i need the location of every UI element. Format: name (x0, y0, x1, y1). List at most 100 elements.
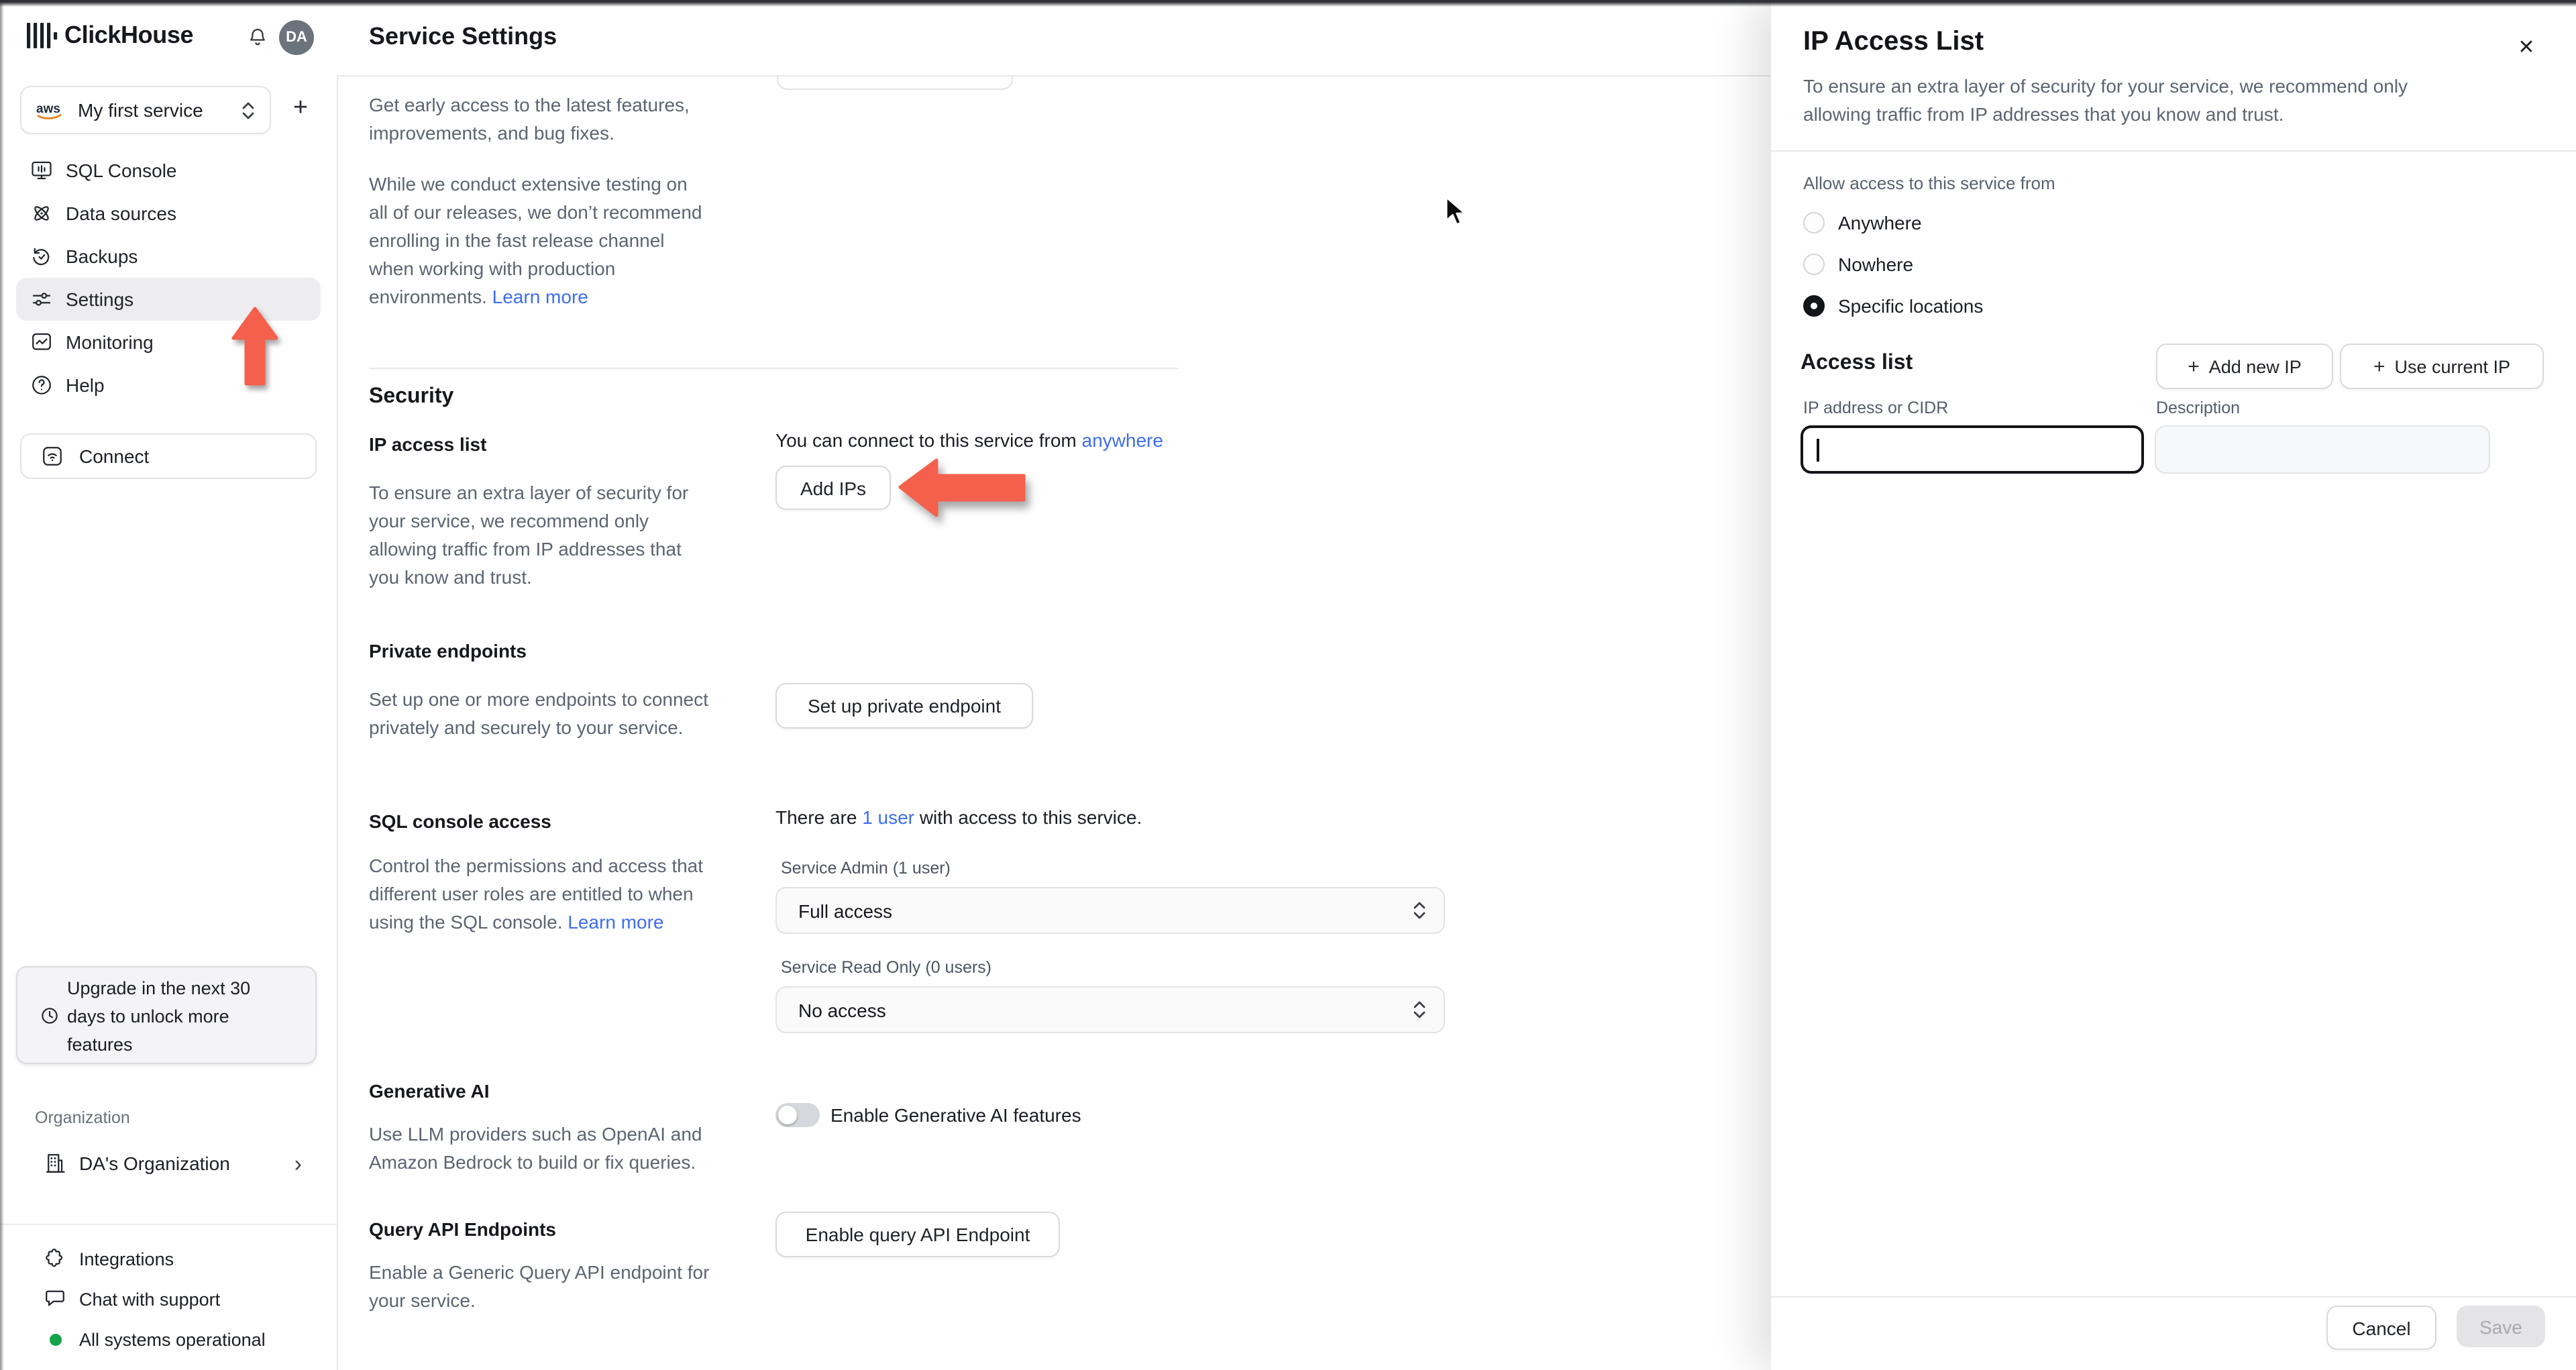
sidebar-item-backups[interactable]: Backups (16, 235, 321, 278)
cancel-button[interactable]: Cancel (2326, 1306, 2436, 1350)
add-ips-button[interactable]: Add IPs (775, 466, 891, 510)
aws-logo-icon: aws (35, 100, 67, 120)
allow-access-label: Allow access to this service from (1803, 173, 2055, 193)
avatar[interactable]: DA (279, 20, 314, 55)
status-green-dot-icon (43, 1333, 67, 1345)
organization-name: DA's Organization (79, 1153, 230, 1174)
learn-more-link-2[interactable]: Learn more (568, 911, 663, 933)
description-field-label: Description (2156, 399, 2241, 417)
sidebar-item-label: SQL Console (66, 160, 177, 181)
chevron-updown-icon (1411, 900, 1428, 920)
sidebar-item-label: Data sources (66, 203, 176, 224)
chevron-updown-icon (240, 100, 256, 120)
sql-console-access-desc: Control the permissions and access that … (369, 855, 704, 933)
description-input[interactable] (2155, 425, 2490, 474)
radio-nowhere[interactable]: Nowhere (1803, 250, 2152, 279)
brand-title: ClickHouse (64, 21, 194, 48)
enable-query-api-button[interactable]: Enable query API Endpoint (775, 1212, 1060, 1257)
intro-paragraph-2: While we conduct extensive testing on al… (369, 170, 771, 311)
organization-label: Organization (35, 1108, 130, 1127)
setup-private-endpoint-button[interactable]: Set up private endpoint (775, 683, 1033, 729)
radio-specific-locations[interactable]: Specific locations (1803, 291, 2152, 321)
organization-row[interactable]: DA's Organization › (16, 1143, 321, 1183)
clickhouse-console: ClickHouse DA aws My first service + SQL… (0, 0, 2576, 1370)
backups-icon (30, 244, 54, 268)
building-icon (43, 1151, 67, 1175)
radio-circle-icon[interactable] (1803, 254, 1825, 275)
radio-label: Nowhere (1838, 254, 1914, 275)
add-new-ip-button[interactable]: + Add new IP (2156, 344, 2333, 389)
close-icon[interactable]: ✕ (2512, 32, 2541, 62)
generative-ai-label: Generative AI (369, 1080, 490, 1102)
upgrade-notice[interactable]: Upgrade in the next 30 days to unlock mo… (16, 966, 317, 1064)
plus-icon: + (2188, 355, 2200, 378)
svg-text:aws: aws (36, 101, 60, 115)
system-status-row[interactable]: All systems operational (16, 1319, 321, 1359)
window-top-edge (0, 0, 2576, 7)
radio-circle-selected-icon[interactable] (1803, 295, 1825, 317)
private-endpoints-desc: Set up one or more endpoints to connect … (369, 688, 708, 738)
sidebar-item-sql-console[interactable]: SQL Console (16, 149, 321, 192)
window-left-edge (0, 0, 4, 1370)
generative-ai-desc: Use LLM providers such as OpenAI and Ama… (369, 1123, 702, 1173)
generative-ai-toggle[interactable] (775, 1103, 820, 1127)
release-channel-select-cutoff[interactable] (777, 76, 1013, 90)
settings-icon (30, 287, 54, 311)
chat-icon (43, 1287, 67, 1311)
annotation-arrow-left (896, 458, 1030, 522)
one-user-link[interactable]: 1 user (862, 806, 914, 828)
service-readonly-value: No access (798, 999, 886, 1020)
radio-label: Anywhere (1838, 212, 1922, 233)
clock-icon (39, 1005, 60, 1026)
sidebar-item-chat-support[interactable]: Chat with support (16, 1279, 321, 1319)
connect-icon (40, 444, 64, 468)
puzzle-icon (43, 1247, 67, 1271)
sql-console-icon (30, 158, 54, 182)
bell-icon[interactable] (246, 25, 270, 50)
toggle-knob (778, 1106, 797, 1124)
learn-more-link[interactable]: Learn more (492, 286, 588, 307)
service-readonly-select[interactable]: No access (775, 986, 1445, 1033)
query-api-endpoints-desc: Enable a Generic Query API endpoint for … (369, 1261, 710, 1311)
connect-button[interactable]: Connect (20, 433, 317, 479)
ip-field-label: IP address or CIDR (1803, 399, 1949, 417)
clickhouse-logo-icon (24, 19, 59, 54)
page-title: Service Settings (369, 23, 557, 50)
radio-circle-icon[interactable] (1803, 212, 1825, 233)
private-endpoints-label: Private endpoints (369, 640, 527, 662)
anywhere-link[interactable]: anywhere (1082, 429, 1163, 451)
status-label: All systems operational (79, 1329, 266, 1349)
sidebar-divider (0, 1224, 337, 1225)
sidebar-item-integrations[interactable]: Integrations (16, 1239, 321, 1279)
help-icon (30, 373, 54, 397)
service-admin-select[interactable]: Full access (775, 887, 1445, 934)
text-caret (1817, 439, 1819, 462)
monitoring-icon (30, 330, 54, 354)
service-admin-value: Full access (798, 900, 893, 921)
sidebar-item-label: Backups (66, 246, 138, 267)
save-button[interactable]: Save (2457, 1306, 2545, 1347)
security-heading: Security (369, 385, 454, 408)
radio-label: Specific locations (1838, 295, 1984, 317)
ip-access-list-panel: IP Access List ✕ To ensure an extra laye… (1771, 0, 2576, 1370)
service-selector[interactable]: aws My first service (20, 86, 271, 134)
annotation-arrow-up (229, 306, 280, 389)
intro-paragraph-1: Get early access to the latest features,… (369, 94, 690, 144)
query-api-endpoints-label: Query API Endpoints (369, 1218, 556, 1240)
ip-access-list-label: IP access list (369, 433, 487, 455)
sidebar: ClickHouse DA aws My first service + SQL… (0, 0, 338, 1370)
chat-support-label: Chat with support (79, 1289, 221, 1309)
sidebar-item-label: Monitoring (66, 331, 154, 353)
ip-access-list-desc: To ensure an extra layer of security for… (369, 482, 689, 588)
radio-anywhere[interactable]: Anywhere (1803, 208, 2152, 238)
chevron-right-icon: › (294, 1151, 302, 1176)
ip-address-input[interactable] (1801, 425, 2144, 474)
sidebar-item-data-sources[interactable]: Data sources (16, 192, 321, 235)
integrations-label: Integrations (79, 1249, 174, 1269)
panel-title: IP Access List (1803, 27, 1984, 56)
use-current-ip-button[interactable]: + Use current IP (2340, 344, 2544, 389)
mouse-cursor (1442, 195, 1468, 229)
ip-access-status: You can connect to this service from any… (775, 429, 1163, 451)
service-readonly-label: Service Read Only (0 users) (781, 958, 992, 977)
add-service-button[interactable]: + (284, 93, 317, 125)
